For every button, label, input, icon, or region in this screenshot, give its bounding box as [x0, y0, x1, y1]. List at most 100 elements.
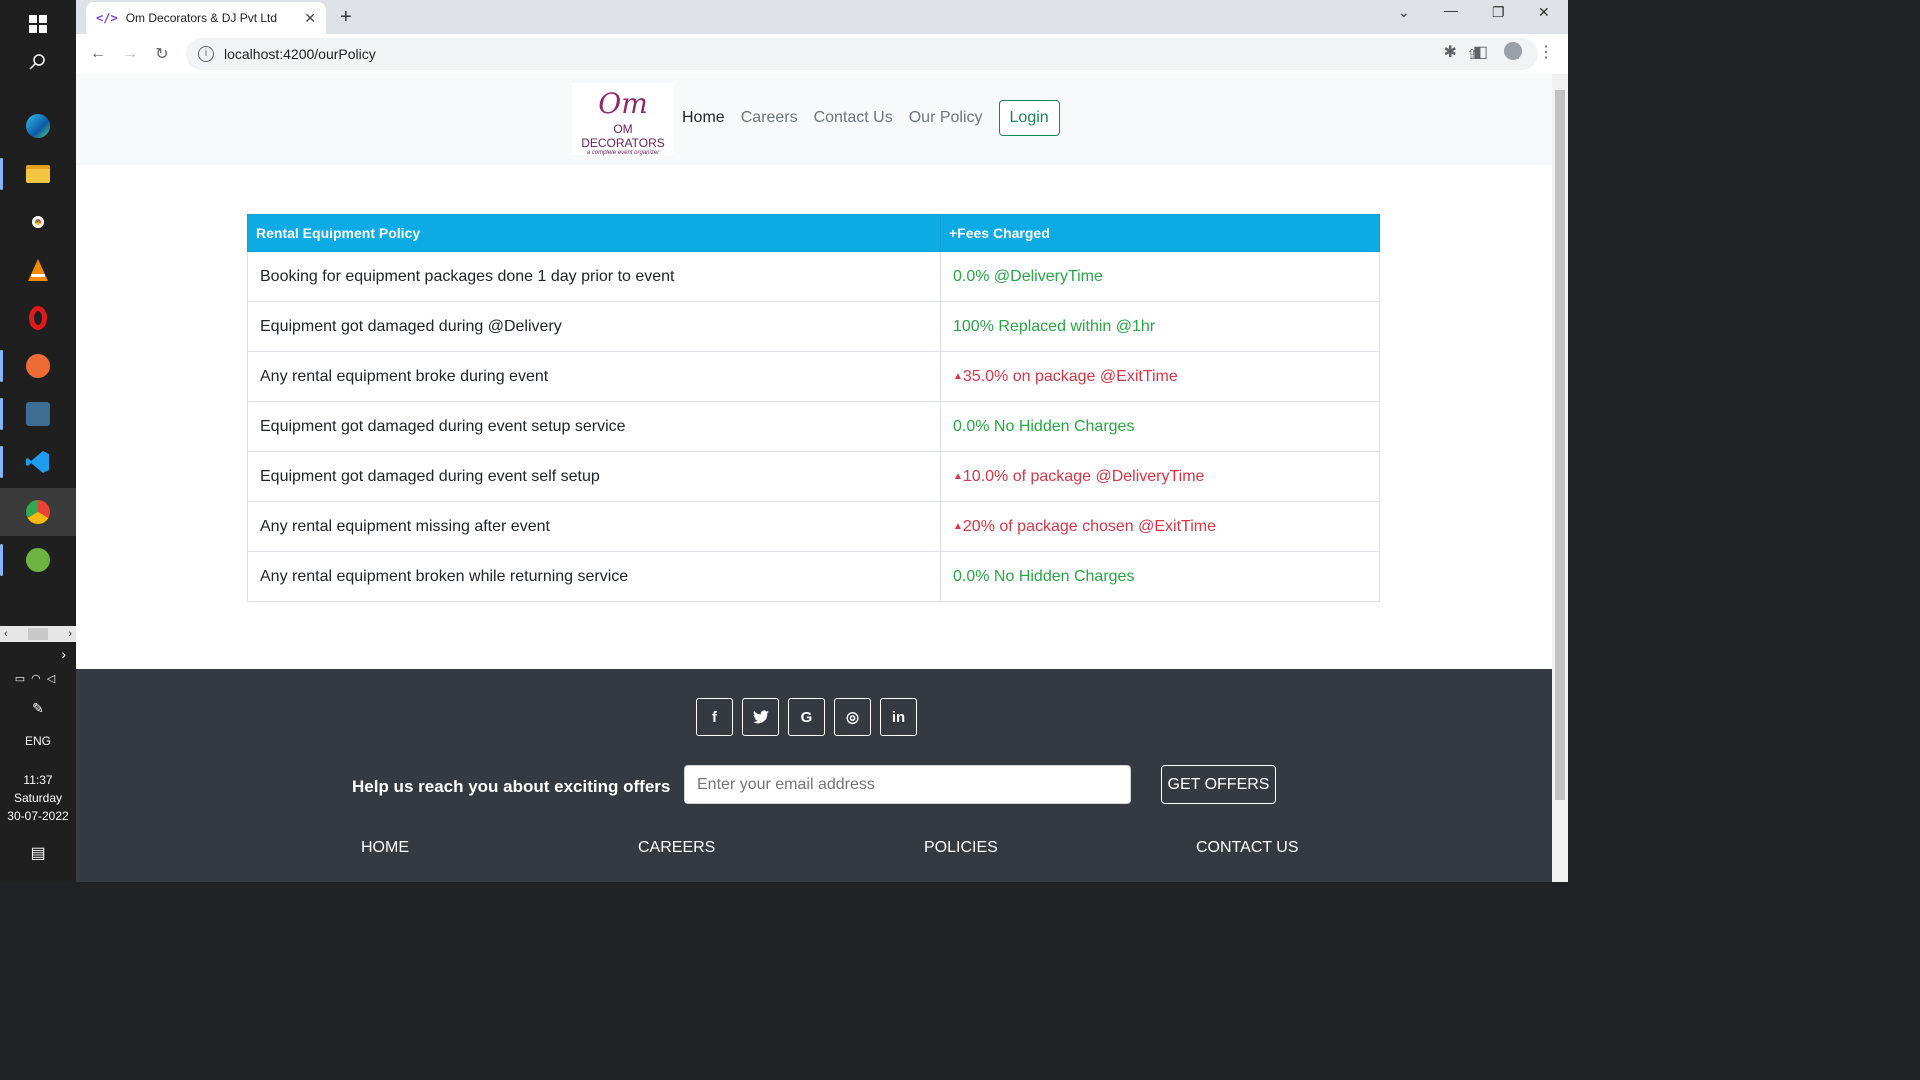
facebook-icon[interactable]: f	[696, 698, 733, 736]
policy-cell: Any rental equipment broken while return…	[247, 551, 941, 602]
tab-title: Om Decorators & DJ Pvt Ltd	[125, 11, 278, 25]
nav-home[interactable]: Home	[682, 109, 725, 127]
pen-icon[interactable]: ✎	[0, 700, 76, 717]
edge-icon[interactable]	[0, 102, 76, 150]
column-header-fees: +Fees Charged	[940, 214, 1380, 252]
show-hidden-icons-chevron-icon[interactable]: ›	[0, 646, 76, 662]
fee-cell: 100% Replaced within @1hr	[940, 301, 1380, 352]
linkedin-icon[interactable]: in	[880, 698, 917, 736]
nav-contact-us[interactable]: Contact Us	[814, 109, 893, 127]
nav-our-policy[interactable]: Our Policy	[909, 109, 983, 127]
extensions-icon[interactable]: ✱	[1443, 42, 1456, 62]
fee-cell: ▲35.0% on package @ExitTime	[940, 351, 1380, 402]
caret-up-icon: ▲	[953, 470, 963, 482]
mysql-workbench-icon[interactable]	[0, 390, 76, 438]
footer-link-careers[interactable]: CAREERS	[638, 839, 715, 857]
offer-text: Help us reach you about exciting offers	[352, 777, 671, 796]
profile-avatar[interactable]	[1504, 42, 1522, 60]
spring-tool-icon[interactable]	[0, 536, 76, 584]
page-scrollbar[interactable]	[1552, 74, 1568, 882]
more-menu-icon[interactable]: ⋮	[1538, 42, 1554, 62]
policy-cell: Equipment got damaged during event self …	[247, 451, 941, 502]
site-header: Om OM DECORATORS a complete event organi…	[76, 74, 1552, 165]
file-explorer-icon[interactable]	[0, 150, 76, 198]
chrome-profile-icon[interactable]	[0, 488, 76, 536]
policy-table: Rental Equipment Policy +Fees Charged Bo…	[247, 214, 1380, 602]
system-tray-icons[interactable]: ▭◠◁	[0, 672, 76, 685]
policy-cell: Equipment got damaged during @Delivery	[247, 301, 941, 352]
policy-cell: Any rental equipment broke during event	[247, 351, 941, 402]
vlc-icon[interactable]	[0, 246, 76, 294]
table-row: Equipment got damaged during event self …	[247, 451, 1380, 502]
reload-icon[interactable]: ↻	[146, 44, 178, 64]
browser-tab[interactable]: </> Om Decorators & DJ Pvt Ltd ✕	[86, 2, 326, 34]
footer-link-contact-us[interactable]: CONTACT US	[1196, 839, 1299, 857]
page-viewport: Om OM DECORATORS a complete event organi…	[76, 74, 1552, 882]
fee-text: 0.0% No Hidden Charges	[953, 567, 1135, 585]
side-panel-icon[interactable]: ◧	[1473, 42, 1488, 62]
restore-icon[interactable]: ❐	[1492, 4, 1505, 21]
column-header-policy: Rental Equipment Policy	[247, 214, 941, 252]
postman-icon[interactable]	[0, 342, 76, 390]
back-icon[interactable]: ←	[82, 45, 114, 63]
footer-link-home[interactable]: HOME	[361, 839, 409, 857]
taskbar-scrollbar[interactable]: ‹ ›	[0, 626, 76, 642]
url-text: localhost:4200/ourPolicy	[224, 46, 376, 62]
policy-cell: Booking for equipment packages done 1 da…	[247, 251, 941, 302]
fee-cell: ▲10.0% of package @DeliveryTime	[940, 451, 1380, 502]
main-nav: Home Careers Contact Us Our Policy Login	[682, 100, 1060, 136]
chevron-left-icon[interactable]: ‹	[4, 628, 8, 640]
table-row: Any rental equipment broken while return…	[247, 551, 1380, 602]
fee-cell: 0.0% @DeliveryTime	[940, 251, 1380, 302]
fee-cell: 0.0% No Hidden Charges	[940, 401, 1380, 452]
login-button[interactable]: Login	[998, 100, 1060, 136]
om-decorators-logo[interactable]: Om OM DECORATORS a complete event organi…	[572, 83, 674, 156]
scrollbar-thumb[interactable]	[1555, 90, 1565, 800]
language-indicator[interactable]: ENG	[0, 734, 76, 748]
social-links: f G ◎ in	[696, 698, 917, 736]
close-tab-icon[interactable]: ✕	[304, 10, 316, 27]
fee-text: 100% Replaced within @1hr	[953, 317, 1156, 335]
fee-text: 10.0% of package @DeliveryTime	[962, 467, 1205, 485]
fee-text: 20% of package chosen @ExitTime	[962, 517, 1217, 535]
clock-time[interactable]: 11:37	[0, 773, 76, 787]
new-tab-icon[interactable]: +	[340, 6, 352, 29]
twitter-icon[interactable]	[742, 698, 779, 736]
fee-text: 35.0% on package @ExitTime	[962, 367, 1178, 385]
opera-icon[interactable]	[0, 294, 76, 342]
close-window-icon[interactable]: ✕	[1538, 4, 1550, 21]
forward-icon[interactable]: →	[114, 45, 146, 63]
table-row: Booking for equipment packages done 1 da…	[247, 251, 1380, 302]
clock-date: 30-07-2022	[7, 809, 69, 823]
table-row: Any rental equipment missing after event…	[247, 501, 1380, 552]
policy-cell: Any rental equipment missing after event	[247, 501, 941, 552]
policy-cell: Equipment got damaged during event setup…	[247, 401, 941, 452]
get-offers-button[interactable]: GET OFFERS	[1161, 765, 1276, 804]
address-bar[interactable]: i localhost:4200/ourPolicy ⇪ ☆	[186, 38, 1538, 70]
chevron-right-icon[interactable]: ›	[68, 628, 72, 640]
search-icon[interactable]	[0, 38, 76, 86]
table-header-row: Rental Equipment Policy +Fees Charged	[247, 214, 1380, 252]
browser-toolbar: ← → ↻ i localhost:4200/ourPolicy ⇪ ☆ ✱ ◧…	[76, 34, 1568, 74]
minimize-icon[interactable]: —	[1444, 2, 1458, 18]
vscode-icon[interactable]	[0, 438, 76, 486]
instagram-icon[interactable]: ◎	[834, 698, 871, 736]
email-input[interactable]	[684, 765, 1131, 804]
logo-name: OM DECORATORS	[581, 122, 665, 150]
nav-careers[interactable]: Careers	[741, 109, 798, 127]
footer-link-policies[interactable]: POLICIES	[924, 839, 998, 857]
caret-up-icon: ▲	[953, 370, 963, 382]
code-favicon-icon: </>	[96, 11, 118, 25]
site-footer: f G ◎ in Help us reach you about excitin…	[76, 669, 1552, 882]
site-info-icon[interactable]: i	[198, 46, 214, 62]
google-icon[interactable]: G	[788, 698, 825, 736]
caret-up-icon: ▲	[953, 520, 963, 532]
table-row: Equipment got damaged during @Delivery 1…	[247, 301, 1380, 352]
chrome-icon[interactable]	[0, 198, 76, 246]
notification-icon[interactable]: ▤	[0, 843, 76, 863]
tab-search-chevron-icon[interactable]: ⌄	[1398, 4, 1410, 21]
logo-mark: Om	[598, 87, 648, 120]
browser-chrome: </> Om Decorators & DJ Pvt Ltd ✕ + ⌄ — ❐…	[76, 0, 1568, 74]
fee-text: 0.0% @DeliveryTime	[953, 267, 1103, 285]
clock-day: Saturday	[13, 791, 63, 805]
